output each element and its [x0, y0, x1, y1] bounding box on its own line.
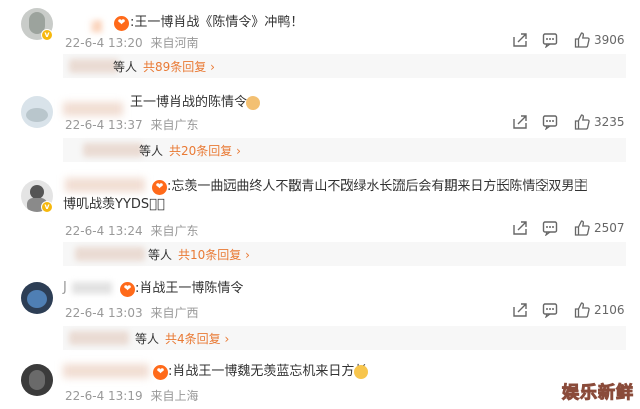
- avatar[interactable]: [21, 282, 53, 314]
- like-count: 2507: [594, 221, 625, 235]
- fan-badge-icon: ❤: [153, 365, 168, 380]
- like-count: 3235: [594, 115, 625, 129]
- comment-icon[interactable]: [542, 302, 558, 320]
- comment-location: 来自广东: [150, 224, 199, 238]
- comment-time: 22-6-4 13:03: [65, 306, 143, 320]
- replies-bar: 等人 共10条回复 ›: [63, 242, 626, 266]
- share-icon[interactable]: [512, 302, 528, 320]
- fan-badge-icon: ❤: [120, 282, 135, 297]
- like-icon: [574, 32, 590, 48]
- like-button[interactable]: 3906: [574, 32, 634, 50]
- watermark: 娱乐新鲜: [562, 383, 634, 404]
- comment-time: 22-6-4 13:19: [65, 389, 143, 403]
- reply-suffix: 等人: [135, 332, 160, 346]
- comment-location: 来自广西: [150, 306, 199, 320]
- comment-item: 王一博肖战的陈情令 22-6-4 13:37 来自广东 3235 等人 共20条…: [0, 95, 640, 188]
- comment-icon[interactable]: [542, 114, 558, 132]
- like-icon: [574, 114, 590, 130]
- like-icon: [574, 220, 590, 236]
- username-blur: [72, 282, 112, 294]
- like-button[interactable]: 2507: [574, 220, 634, 238]
- username-blur: [63, 102, 123, 116]
- share-icon[interactable]: [512, 32, 528, 50]
- reply-suffix: 等人: [139, 144, 164, 158]
- replies-bar: 等人 共89条回复 ›: [63, 54, 626, 78]
- share-icon[interactable]: [512, 114, 528, 132]
- comment-item: J ❤ :肖战王一博陈情令 22-6-4 13:03 来自广西 2106 等人 …: [0, 280, 640, 374]
- comment-time: 22-6-4 13:24: [65, 224, 143, 238]
- more-replies-link[interactable]: 共20条回复 ›: [169, 142, 241, 159]
- fan-badge-icon: ❤: [114, 16, 129, 31]
- reply-users: [83, 143, 143, 157]
- comment-time: 22-6-4 13:20: [65, 36, 143, 50]
- more-replies-link[interactable]: 共4条回复 ›: [165, 330, 229, 347]
- comment-item: ❤ :肖战王一博魏无羡蓝忘机来日方长 22-6-4 13:19 来自上海: [0, 364, 640, 409]
- comment-icon[interactable]: [542, 220, 558, 238]
- username[interactable]: J: [63, 280, 67, 295]
- comment-time: 22-6-4 13:37: [65, 118, 143, 132]
- like-icon: [574, 302, 590, 318]
- reply-users: [69, 331, 129, 345]
- like-button[interactable]: 2106: [574, 302, 634, 320]
- like-count: 3906: [594, 33, 625, 47]
- fan-badge-icon: ❤: [152, 180, 167, 195]
- reply-users: [69, 59, 119, 73]
- comment-actions: 2106: [512, 302, 632, 320]
- replies-bar: 等人 共4条回复 ›: [63, 326, 626, 350]
- comment-actions: 3906: [512, 32, 632, 50]
- comment-icon[interactable]: [542, 32, 558, 50]
- comment-text: :肖战王一博陈情令: [135, 281, 244, 296]
- more-replies-link[interactable]: 共89条回复 ›: [143, 58, 215, 75]
- comment-location: 来自上海: [150, 389, 199, 403]
- comment-location: 来自河南: [150, 36, 199, 50]
- like-button[interactable]: 3235: [574, 114, 634, 132]
- comment-location: 来自广东: [150, 118, 199, 132]
- username-blur: [63, 364, 149, 378]
- like-count: 2106: [594, 303, 625, 317]
- emoji-icon: [354, 365, 368, 379]
- username-blur: [65, 178, 145, 192]
- comment-text-line2: 博叽战羡YYDS⃞⃞: [63, 197, 165, 212]
- fist-emoji-icon: [246, 96, 260, 110]
- comment-actions: 2507: [512, 220, 632, 238]
- more-replies-link[interactable]: 共10条回复 ›: [178, 246, 250, 263]
- avatar[interactable]: [21, 364, 53, 396]
- reply-suffix: 等人: [113, 60, 138, 74]
- comment-text: :忘羡一曲远⃞曲终人不散⃞青山不改⃞绿水长流⃞后会有期⃞来日方长⃞陈情令⃞双男主…: [167, 179, 588, 194]
- comment-text: :王一博肖战《陈情令》冲鸭！: [130, 15, 304, 30]
- reply-suffix: 等人: [148, 248, 173, 262]
- avatar[interactable]: [21, 96, 53, 128]
- replies-bar: 等人 共20条回复 ›: [63, 138, 626, 162]
- share-icon[interactable]: [512, 220, 528, 238]
- comment-text: 王一博肖战的陈情令: [130, 95, 248, 110]
- comment-item: v ❤ :忘羡一曲远⃞曲终人不散⃞青山不改⃞绿水长流⃞后会有期⃞来日方长⃞陈情令…: [0, 178, 640, 272]
- verified-icon: v: [41, 29, 53, 41]
- comment-actions: 3235: [512, 114, 632, 132]
- reply-users: [75, 247, 145, 261]
- verified-icon: v: [41, 201, 53, 213]
- comment-text: :肖战王一博魏无羡蓝忘机来日方长: [168, 364, 368, 379]
- username[interactable]: 道: [90, 16, 103, 35]
- comment-item: v 道 ❤ :王一博肖战《陈情令》冲鸭！ 22-6-4 13:20 来自河南 3…: [0, 8, 640, 100]
